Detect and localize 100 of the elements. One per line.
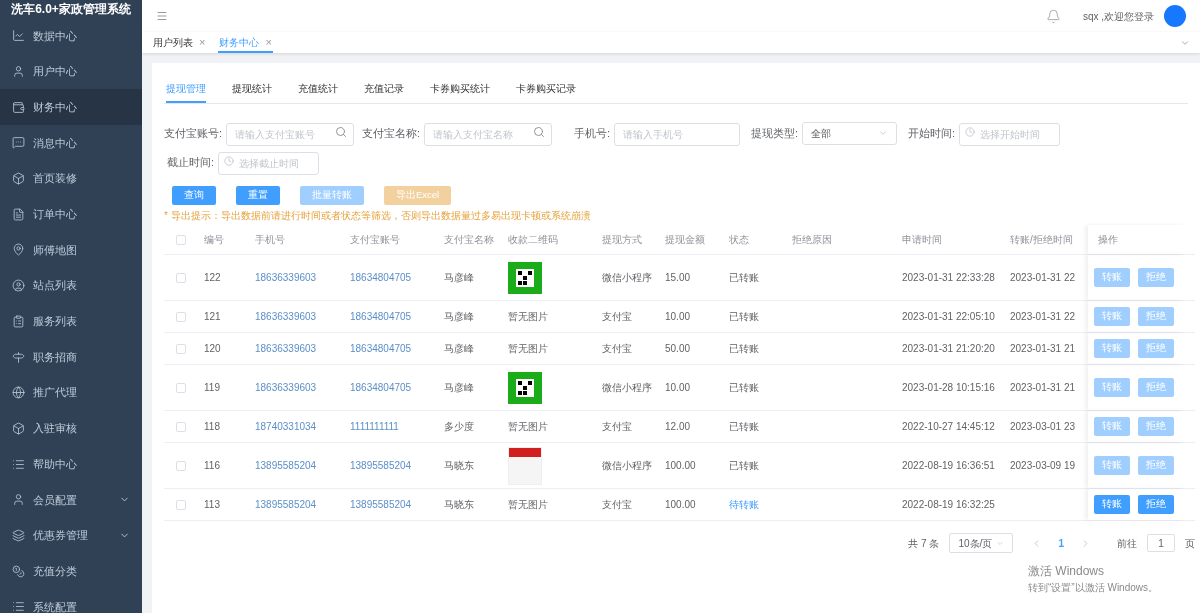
sidebar-item[interactable]: 数据中心: [0, 18, 142, 54]
account-link[interactable]: 13895585204: [350, 458, 412, 473]
account-link[interactable]: 18634804705: [350, 270, 412, 285]
page-size-select[interactable]: 10条/页: [949, 533, 1014, 553]
sidebar-item[interactable]: 消息中心: [0, 125, 142, 161]
table-cell-text: 马彦峰: [444, 271, 474, 285]
table-cell-text: 支付宝: [602, 342, 632, 356]
page-tab[interactable]: 财务中心 ×: [218, 33, 273, 53]
account-link[interactable]: 18634804705: [350, 309, 412, 324]
menu-icon[interactable]: [156, 10, 168, 22]
chat-icon: [12, 136, 25, 150]
column-header: 编号: [203, 233, 225, 247]
table-cell-text: 2022-08-19 16:36:51: [902, 459, 995, 473]
list-icon: [12, 600, 25, 613]
checkbox[interactable]: [176, 382, 186, 393]
row-action-button[interactable]: 拒绝: [1138, 495, 1174, 514]
phone-link[interactable]: 18636339603: [255, 341, 317, 356]
table-cell-text: 2022-10-27 14:45:12: [902, 420, 995, 434]
phone-link[interactable]: 13895585204: [255, 497, 317, 512]
bell-icon[interactable]: [1045, 8, 1061, 24]
list-icon: [12, 457, 25, 471]
status-text: 待转账: [729, 498, 759, 512]
section-tab[interactable]: 卡券购买统计: [430, 81, 490, 103]
account-link[interactable]: 18634804705: [350, 341, 412, 356]
table-cell-text: 100.00: [665, 498, 696, 512]
phone-link[interactable]: 18636339603: [255, 309, 317, 324]
column-header: 支付宝名称: [443, 233, 495, 247]
table-cell-text: 118: [204, 420, 220, 434]
globe-icon: [12, 386, 25, 400]
column-header: 收款二维码: [507, 233, 559, 247]
sidebar-item[interactable]: 会员配置: [0, 481, 142, 518]
sidebar-item[interactable]: 站点列表: [0, 267, 142, 304]
sidebar-item[interactable]: 师傅地图: [0, 232, 142, 268]
no-image-text: 暂无图片: [508, 342, 548, 356]
phone-link[interactable]: 18636339603: [255, 270, 317, 285]
qr-code-image: [508, 261, 542, 294]
user-icon: [12, 493, 25, 507]
table-cell-text: 10.00: [665, 381, 691, 395]
page-number[interactable]: 1: [1052, 535, 1070, 551]
status-text: 已转账: [729, 459, 759, 473]
chevron-icon: [878, 128, 889, 138]
sidebar-item[interactable]: 用户中心: [0, 53, 142, 90]
sidebar-item[interactable]: 推广代理: [0, 374, 142, 411]
action-button[interactable]: 查询: [172, 186, 216, 205]
checkbox[interactable]: [176, 460, 186, 471]
sidebar-item[interactable]: 订单中心: [0, 196, 142, 233]
table-cell-text: 2023-01-31 22:05:10: [902, 310, 995, 324]
checkbox[interactable]: [176, 421, 186, 432]
column-header: 手机号: [254, 233, 286, 247]
checkbox[interactable]: [176, 499, 186, 510]
page-suffix: 页: [1185, 536, 1195, 551]
sidebar-item[interactable]: 帮助中心: [0, 446, 142, 482]
column-header: 转账/拒绝时间: [1009, 233, 1074, 247]
checkbox[interactable]: [176, 311, 186, 322]
account-link[interactable]: 13895585204: [350, 497, 412, 512]
qr-code-image: [508, 371, 542, 404]
chevron-icon[interactable]: [1180, 38, 1190, 48]
section-tab[interactable]: 充值记录: [364, 81, 404, 103]
account-link[interactable]: 1111111111: [350, 419, 399, 434]
phone-link[interactable]: 13895585204: [255, 458, 317, 473]
table-cell-text: 马晓东: [444, 498, 474, 512]
sidebar-item[interactable]: 财务中心: [0, 89, 142, 126]
sidebar-item[interactable]: 优惠券管理: [0, 517, 142, 554]
close-icon[interactable]: ×: [265, 33, 272, 51]
column-header: 操作: [1088, 225, 1185, 254]
page-tab[interactable]: 用户列表 ×: [152, 33, 207, 53]
status-text: 已转账: [729, 310, 759, 324]
table-cell-text: 2022-08-19 16:32:25: [902, 498, 995, 512]
checkbox[interactable]: [176, 272, 186, 283]
account-link[interactable]: 18634804705: [350, 380, 412, 395]
goto-label: 前往: [1117, 536, 1137, 551]
sidebar-item[interactable]: 入驻审核: [0, 410, 142, 447]
page-input[interactable]: 1: [1147, 534, 1175, 552]
sidebar-item[interactable]: 职务招商: [0, 339, 142, 375]
cube-icon: [12, 421, 25, 435]
row-action-button[interactable]: 转账: [1094, 495, 1130, 514]
phone-link[interactable]: 18636339603: [255, 380, 317, 395]
avatar[interactable]: [1164, 5, 1186, 27]
phone-link[interactable]: 18740331034: [255, 419, 317, 434]
select-field[interactable]: 全部: [802, 121, 898, 145]
signpost-icon: [12, 350, 25, 364]
search-icon: [533, 126, 546, 138]
action-button[interactable]: 重置: [236, 186, 280, 205]
section-tab[interactable]: 提现统计: [232, 81, 272, 103]
sidebar-item[interactable]: 系统配置: [0, 589, 142, 613]
sidebar-item[interactable]: 充值分类: [0, 553, 142, 589]
table-cell-text: 122: [204, 271, 221, 285]
section-tab[interactable]: 卡券购买记录: [516, 81, 576, 103]
section-tab[interactable]: 提现管理: [166, 81, 206, 103]
section-tab[interactable]: 充值统计: [298, 81, 338, 103]
sidebar-item[interactable]: 首页装修: [0, 160, 142, 197]
checkbox[interactable]: [176, 234, 186, 245]
filter-label: 截止时间:: [165, 154, 214, 170]
table-cell-text: 2023-01-31 22: [1010, 271, 1076, 285]
close-icon[interactable]: ×: [199, 33, 206, 51]
sidebar-item[interactable]: 服务列表: [0, 303, 142, 340]
column-header: 支付宝账号: [349, 233, 401, 247]
table-cell-text: 2023-03-09 19: [1010, 459, 1076, 473]
filter-label: 支付宝名称:: [362, 125, 421, 141]
checkbox[interactable]: [176, 343, 186, 354]
